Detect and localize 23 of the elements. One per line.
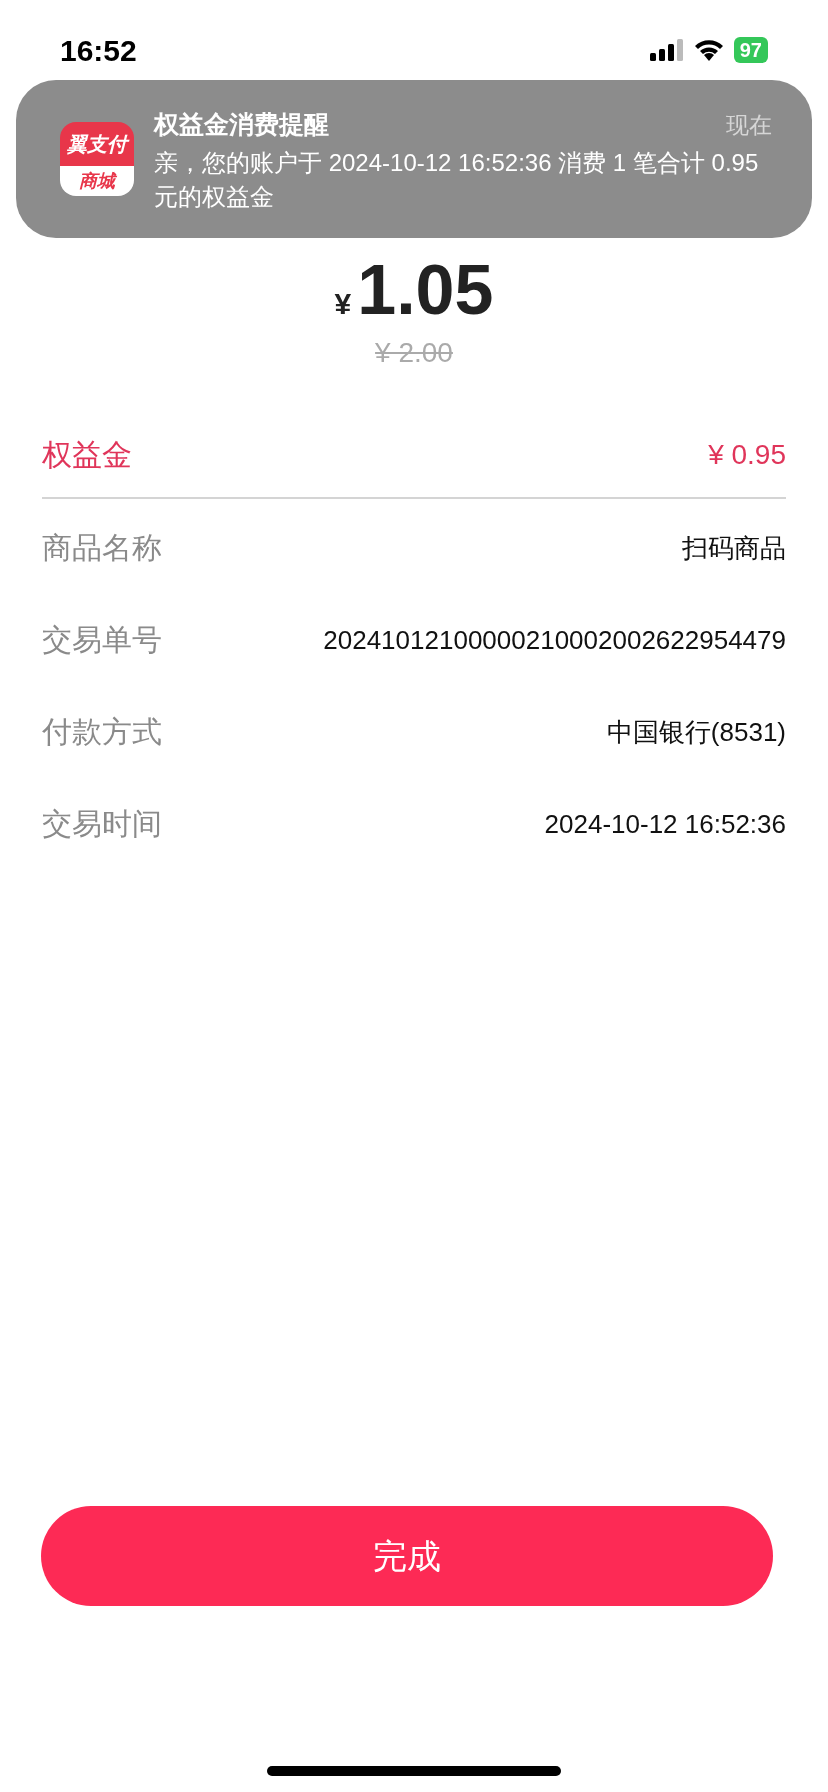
benefit-amount: ¥ 0.95 (708, 437, 786, 472)
detail-value: 20241012100000210002002622954479 (323, 624, 786, 657)
wifi-icon (693, 39, 724, 61)
battery-level: 97 (733, 37, 768, 63)
benefit-label: 权益金 (42, 437, 132, 473)
notification-banner[interactable]: 翼支付 商城 权益金消费提醒 现在 亲，您的账户于 2024-10-12 16:52:36 消费 1 笔合计 0.95 元的权益金 (16, 80, 812, 238)
detail-label: 商品名称 (42, 530, 162, 566)
detail-value: 2024-10-12 16:52:36 (544, 808, 786, 841)
notification-title: 权益金消费提醒 (154, 109, 329, 140)
detail-label: 付款方式 (42, 714, 162, 750)
currency-symbol: ¥ (334, 286, 352, 322)
notification-time: 现在 (726, 110, 772, 140)
detail-value: 中国银行(8531) (606, 716, 786, 749)
home-indicator[interactable] (267, 1766, 561, 1776)
original-price: ¥ 2.00 (375, 336, 453, 370)
done-button[interactable]: 完成 (41, 1506, 773, 1606)
detail-value: 扫码商品 (682, 532, 786, 565)
clock: 16:52 (60, 32, 137, 69)
paid-amount: 1.05 (357, 250, 494, 330)
detail-label: 交易单号 (42, 622, 162, 658)
detail-label: 交易时间 (42, 806, 162, 842)
signal-icon (649, 39, 684, 61)
notification-message: 亲，您的账户于 2024-10-12 16:52:36 消费 1 笔合计 0.95 元的权益金 (154, 147, 760, 212)
